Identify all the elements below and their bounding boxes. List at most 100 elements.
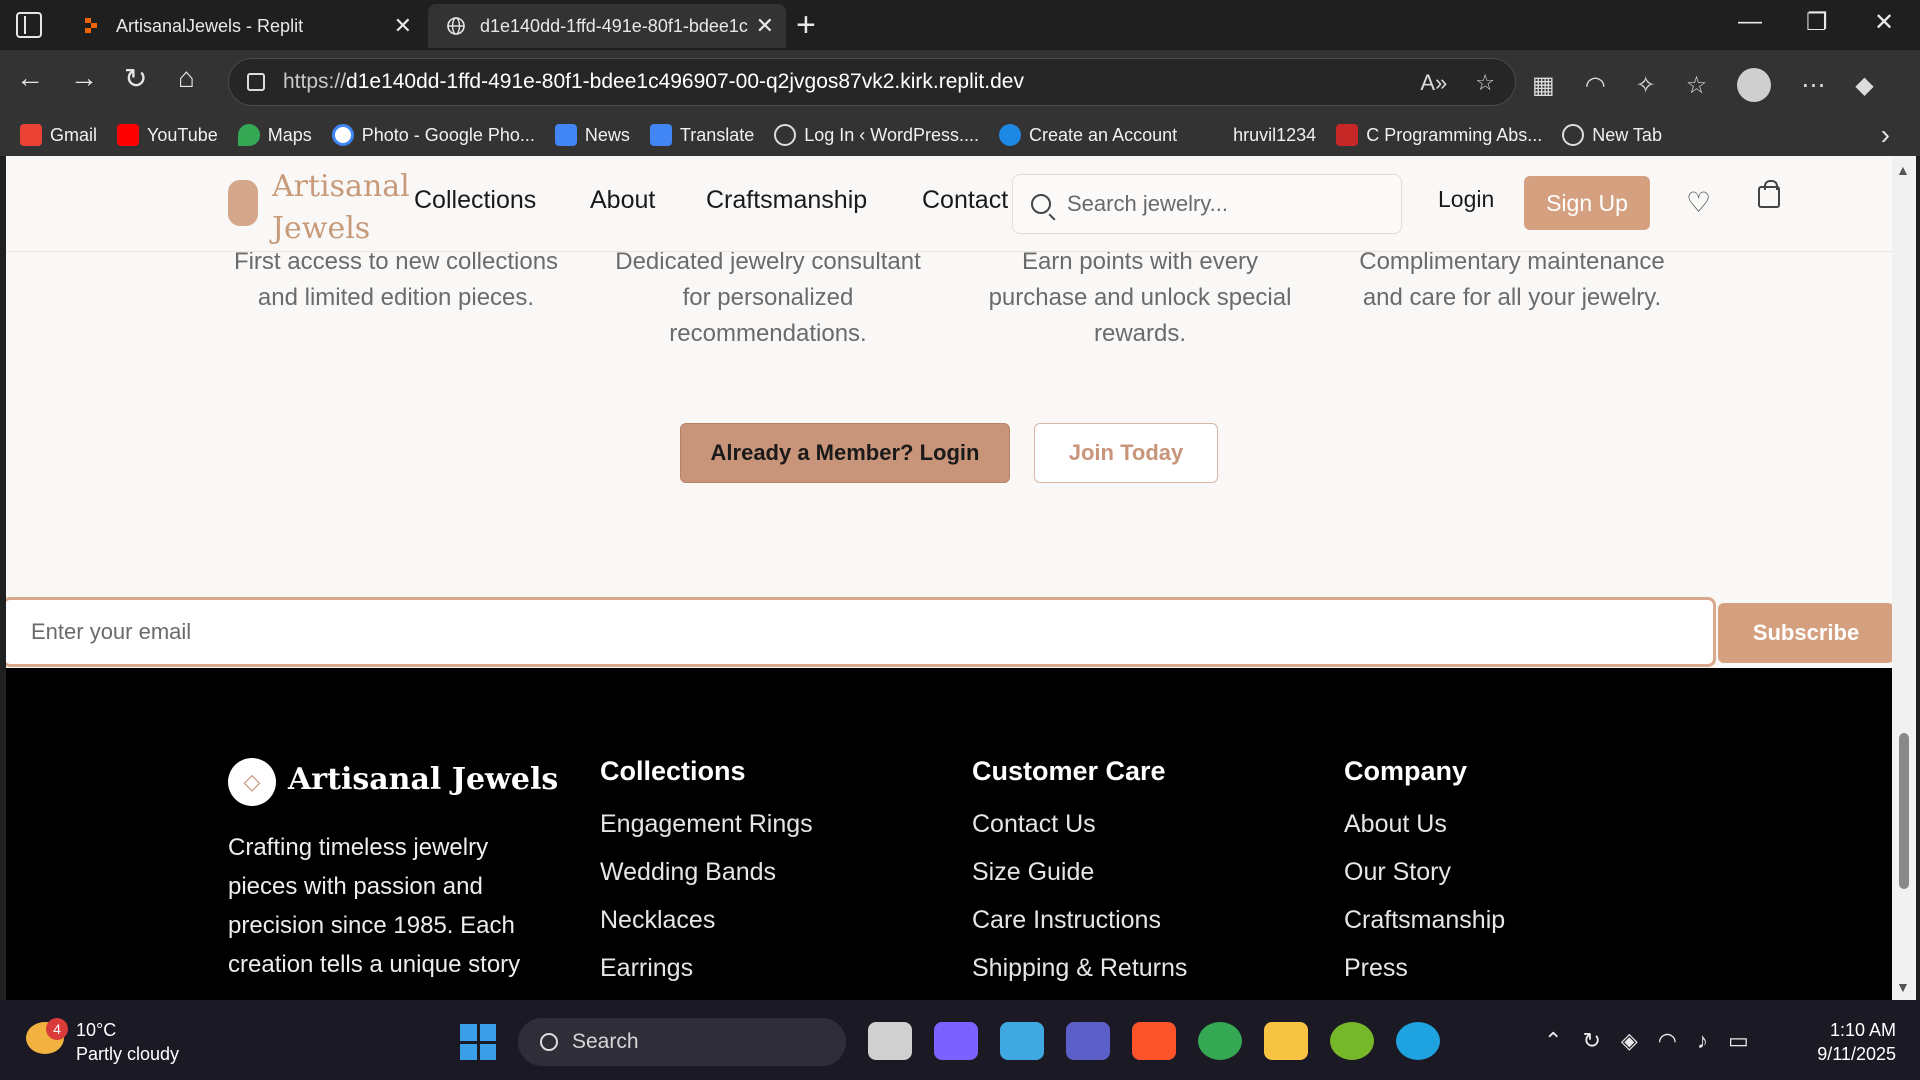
- taskbar-search[interactable]: Search: [518, 1018, 846, 1066]
- footer-column-customer-care: Customer Care Contact Us Size Guide Care…: [972, 756, 1187, 1001]
- bookmark-create-account[interactable]: Create an Account: [999, 124, 1177, 146]
- site-footer: ◇ Artisanal Jewels Crafting timeless jew…: [6, 668, 1892, 1001]
- edge-icon[interactable]: [1396, 1022, 1440, 1060]
- read-aloud-icon[interactable]: A»: [1420, 70, 1447, 96]
- shopping-bag-icon[interactable]: [1758, 180, 1780, 208]
- lock-icon[interactable]: [247, 73, 265, 91]
- brand-name[interactable]: Artisanal Jewels: [272, 166, 412, 250]
- bookmark-gmail[interactable]: Gmail: [20, 124, 97, 146]
- brave-icon[interactable]: [1132, 1022, 1176, 1060]
- member-login-button[interactable]: Already a Member? Login: [680, 423, 1010, 483]
- favorite-star-icon[interactable]: ☆: [1475, 70, 1495, 96]
- url-text[interactable]: https://d1e140dd-1ffd-491e-80f1-bdee1c49…: [283, 70, 1024, 94]
- browser-essentials-icon[interactable]: ◠: [1585, 71, 1606, 100]
- restore-icon[interactable]: ❐: [1806, 8, 1828, 37]
- bookmark-news[interactable]: News: [554, 124, 630, 146]
- favorites-icon[interactable]: ☆: [1686, 71, 1708, 100]
- globe-icon: [774, 124, 797, 146]
- footer-link-engagement-rings[interactable]: Engagement Rings: [600, 809, 813, 857]
- forward-icon[interactable]: →: [70, 62, 98, 94]
- subscribe-button[interactable]: Subscribe: [1718, 603, 1892, 663]
- globe-icon: [447, 17, 465, 35]
- weather-widget[interactable]: 4 10°C Partly cloudy: [26, 1018, 179, 1066]
- gmail-icon: [20, 124, 42, 146]
- new-tab-icon[interactable]: +: [796, 6, 816, 45]
- tab-actions-icon[interactable]: [16, 12, 42, 38]
- footer-link-earrings[interactable]: Earrings: [600, 953, 813, 1001]
- home-icon[interactable]: ⌂: [178, 62, 195, 94]
- taskbar-clock[interactable]: 1:10 AM 9/11/2025: [1817, 1018, 1896, 1066]
- chevron-right-icon[interactable]: ›: [1881, 119, 1890, 151]
- email-field[interactable]: [6, 600, 1713, 664]
- sync-icon[interactable]: ↻: [1582, 1028, 1600, 1054]
- volume-icon[interactable]: ♪: [1697, 1028, 1708, 1054]
- bookmark-c-programming[interactable]: C Programming Abs...: [1336, 124, 1542, 146]
- bookmark-youtube[interactable]: YouTube: [117, 124, 218, 146]
- nav-about[interactable]: About: [590, 186, 655, 215]
- chrome-icon[interactable]: [1198, 1022, 1242, 1060]
- url-bar[interactable]: https://d1e140dd-1ffd-491e-80f1-bdee1c49…: [228, 58, 1516, 106]
- dropbox-icon[interactable]: ◈: [1621, 1028, 1638, 1054]
- browser-tab-active[interactable]: d1e140dd-1ffd-491e-80f1-bdee1c ✕: [428, 4, 786, 48]
- bookmark-wordpress[interactable]: Log In ‹ WordPress....: [774, 124, 979, 146]
- teams-icon[interactable]: [1066, 1022, 1110, 1060]
- nav-collections[interactable]: Collections: [414, 186, 536, 215]
- scroll-up-icon[interactable]: ▲: [1896, 162, 1910, 178]
- extension-icon[interactable]: ▦: [1532, 71, 1555, 100]
- more-icon[interactable]: ⋯: [1801, 71, 1825, 100]
- profile-avatar[interactable]: [1737, 68, 1772, 102]
- browser-tab-bar: ArtisanalJewels - Replit ✕ d1e140dd-1ffd…: [0, 0, 1920, 50]
- news-icon: [554, 124, 577, 146]
- file-explorer-icon[interactable]: [1264, 1022, 1308, 1060]
- benefit-points: Earn points with every purchase and unlo…: [988, 248, 1292, 347]
- heart-icon[interactable]: ♡: [1686, 186, 1711, 219]
- bookmark-translate[interactable]: Translate: [649, 124, 754, 146]
- footer-link-necklaces[interactable]: Necklaces: [600, 905, 813, 953]
- footer-link-wedding-bands[interactable]: Wedding Bands: [600, 857, 813, 905]
- scrollbar-thumb[interactable]: [1899, 733, 1909, 889]
- bookmark-photos[interactable]: Photo - Google Pho...: [331, 124, 535, 146]
- nav-craftsmanship[interactable]: Craftsmanship: [706, 186, 867, 215]
- copilot-icon[interactable]: ◆: [1855, 71, 1873, 100]
- login-link[interactable]: Login: [1438, 186, 1494, 213]
- footer-column-company: Company About Us Our Story Craftsmanship…: [1344, 756, 1505, 1001]
- close-icon[interactable]: ✕: [756, 13, 774, 39]
- bookmark-hruvil[interactable]: hruvil1234: [1233, 125, 1316, 146]
- footer-link-care-instructions[interactable]: Care Instructions: [972, 905, 1187, 953]
- wifi-icon[interactable]: ◠: [1658, 1028, 1677, 1054]
- footer-link-craftsmanship[interactable]: Craftsmanship: [1344, 905, 1505, 953]
- footer-link-shipping-returns[interactable]: Shipping & Returns: [972, 953, 1187, 1001]
- footer-link-our-story[interactable]: Our Story: [1344, 857, 1505, 905]
- maps-icon: [237, 124, 260, 146]
- battery-icon[interactable]: ▭: [1728, 1028, 1749, 1054]
- nav-contact[interactable]: Contact: [922, 186, 1008, 215]
- footer-link-about-us[interactable]: About Us: [1344, 809, 1505, 857]
- browser-tab-replit[interactable]: ArtisanalJewels - Replit ✕: [64, 4, 424, 48]
- paint-icon[interactable]: [1000, 1022, 1044, 1060]
- chevron-up-icon[interactable]: ⌃: [1544, 1028, 1562, 1054]
- footer-link-size-guide[interactable]: Size Guide: [972, 857, 1187, 905]
- refresh-icon[interactable]: ↻: [124, 62, 147, 95]
- bookmark-maps[interactable]: Maps: [237, 124, 312, 146]
- windows-taskbar: 4 10°C Partly cloudy Search ⌃ ↻ ◈ ◠ ♪ ▭ …: [0, 1000, 1920, 1080]
- window-close-icon[interactable]: ✕: [1874, 8, 1894, 37]
- youtube-icon: [117, 124, 140, 146]
- signup-button[interactable]: Sign Up: [1524, 176, 1650, 230]
- back-icon[interactable]: ←: [16, 62, 44, 94]
- brand-logo-mark[interactable]: [228, 180, 258, 226]
- footer-link-contact-us[interactable]: Contact Us: [972, 809, 1187, 857]
- close-icon[interactable]: ✕: [394, 13, 412, 39]
- minimize-icon[interactable]: —: [1738, 8, 1762, 36]
- scroll-down-icon[interactable]: ▼: [1896, 979, 1910, 995]
- search-field[interactable]: [1012, 174, 1402, 234]
- windows-start-icon[interactable]: [460, 1024, 496, 1060]
- footer-link-press[interactable]: Press: [1344, 953, 1505, 1001]
- puzzle-icon[interactable]: ✧: [1636, 71, 1656, 100]
- bookmark-new-tab[interactable]: New Tab: [1562, 124, 1662, 146]
- task-view-icon[interactable]: [868, 1022, 912, 1060]
- copilot-icon[interactable]: [934, 1022, 978, 1060]
- utorrent-icon[interactable]: [1330, 1022, 1374, 1060]
- search-input[interactable]: [1067, 191, 1367, 217]
- join-today-button[interactable]: Join Today: [1034, 423, 1218, 483]
- page-scrollbar[interactable]: ▲ ▼: [1892, 156, 1916, 1001]
